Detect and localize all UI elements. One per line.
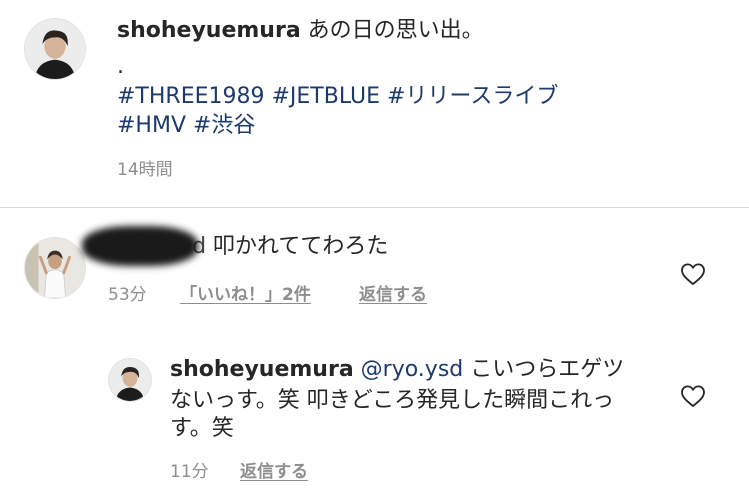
redaction-mark: [88, 232, 192, 260]
heart-outline-icon[interactable]: [680, 262, 706, 286]
post-username[interactable]: shoheyuemura: [117, 18, 301, 43]
comment-timestamp: 53分: [108, 285, 147, 305]
comment-likes-link[interactable]: 「いいね！」2件: [180, 280, 311, 305]
comment-text: 叩かれててわろた: [213, 234, 389, 259]
reply-author-avatar[interactable]: [108, 358, 152, 402]
commenter-avatar[interactable]: [24, 237, 86, 299]
reply-reply-button[interactable]: 返信する: [240, 457, 308, 482]
heart-outline-icon[interactable]: [680, 384, 706, 408]
comment-username-tail[interactable]: d: [192, 234, 206, 259]
reply-mention[interactable]: @ryo.ysd: [361, 357, 464, 382]
reply-line-3: す。笑: [170, 416, 234, 441]
comment-reply-button[interactable]: 返信する: [359, 280, 427, 305]
reply-line-1: shoheyuemura @ryo.ysd こいつらエゲツ: [170, 353, 670, 387]
post-timestamp: 14時間: [117, 160, 173, 180]
reply-username[interactable]: shoheyuemura: [170, 357, 354, 382]
reply-timestamp: 11分: [170, 462, 209, 482]
post-caption-text: あの日の思い出。: [307, 18, 484, 43]
reply-text-1: こいつらエゲツ: [470, 357, 625, 382]
comment-body: ryd 叩かれててわろた: [108, 230, 668, 264]
post-caption: shoheyuemura あの日の思い出。: [117, 14, 717, 48]
post-hashtags-line-2[interactable]: #HMV #渋谷: [117, 109, 255, 143]
divider: [0, 207, 749, 208]
post-caption-dot: .: [117, 54, 124, 79]
post-author-avatar[interactable]: [24, 18, 86, 80]
